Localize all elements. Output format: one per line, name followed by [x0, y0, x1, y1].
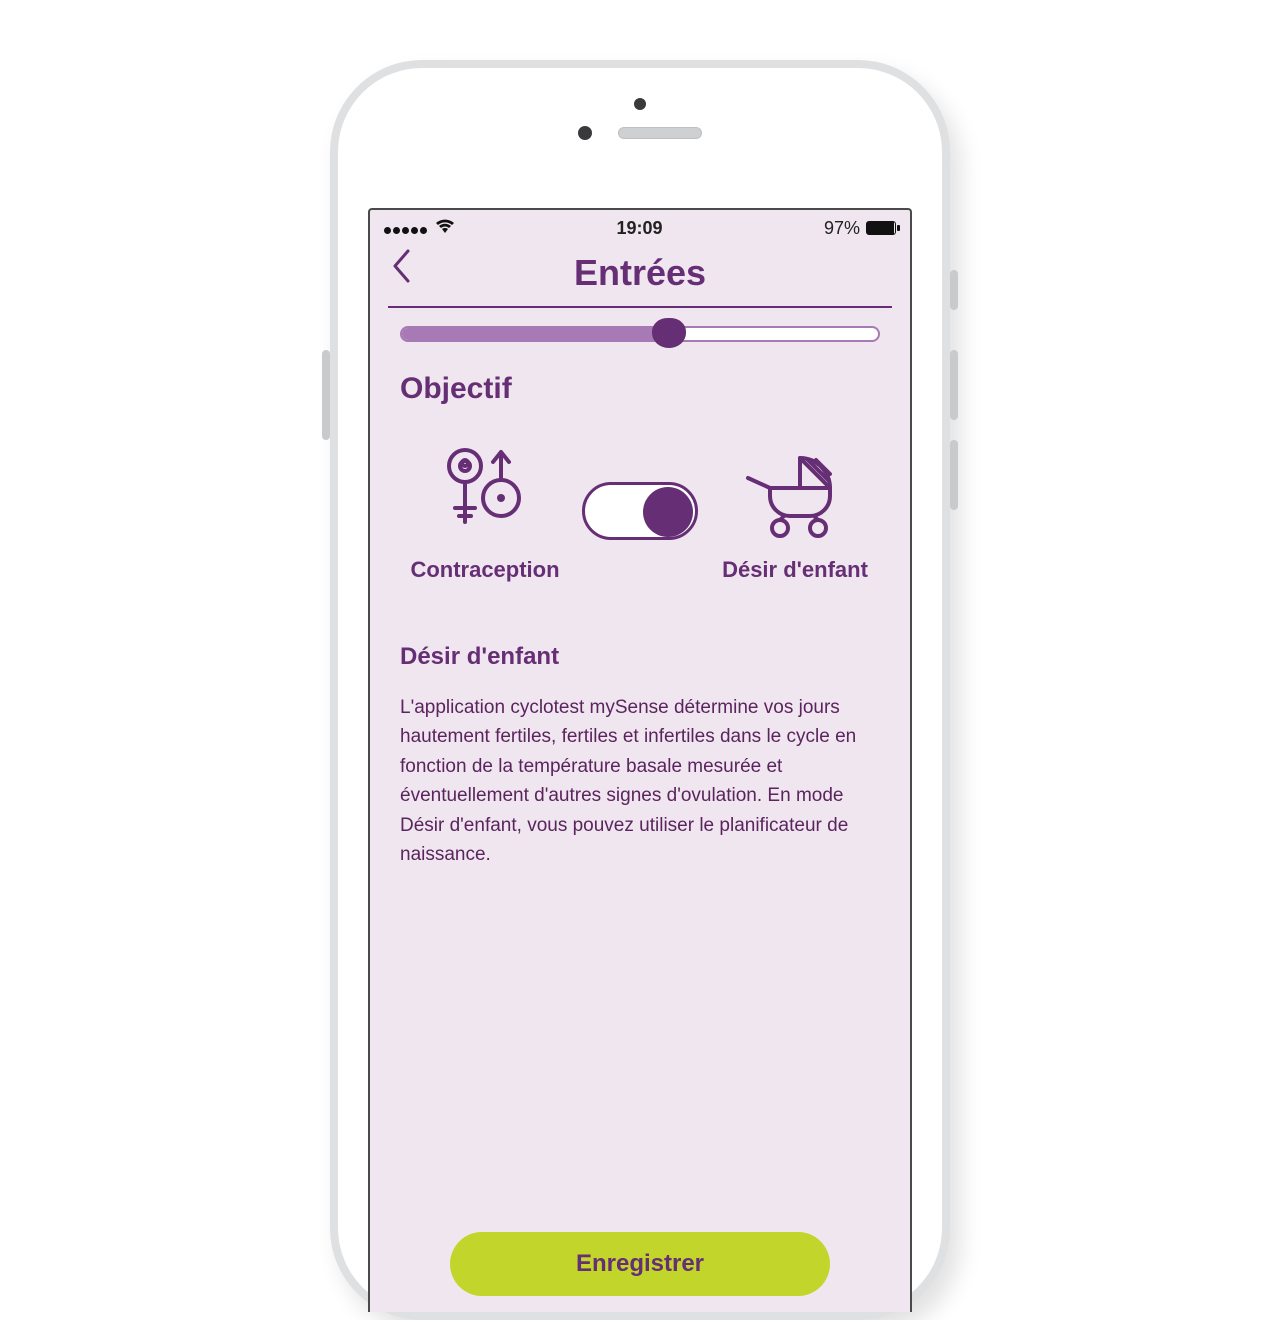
proximity-sensor: [634, 98, 646, 110]
power-button: [322, 350, 330, 440]
option-contraception-label: Contraception: [410, 557, 559, 583]
option-desire[interactable]: Désir d'enfant: [710, 438, 880, 583]
chevron-left-icon: [390, 248, 412, 284]
front-camera: [578, 126, 592, 140]
wifi-icon: [435, 218, 455, 239]
volume-up: [950, 350, 958, 420]
save-button[interactable]: Enregistrer: [450, 1232, 830, 1296]
app-header: Entrées: [370, 246, 910, 306]
mute-switch: [950, 270, 958, 310]
slider-thumb[interactable]: [652, 318, 686, 348]
phone-bezel: 19:09 97% Entrées: [338, 68, 942, 1312]
objective-toggle[interactable]: [582, 482, 698, 540]
option-desire-label: Désir d'enfant: [722, 557, 868, 583]
status-time: 19:09: [616, 218, 662, 239]
gender-symbols-icon: [435, 438, 535, 543]
screen: 19:09 97% Entrées: [368, 208, 912, 1312]
objective-selector: Contraception: [400, 438, 880, 583]
toggle-knob: [643, 487, 693, 537]
phone-frame: 19:09 97% Entrées: [330, 60, 950, 1320]
page-title: Entrées: [574, 252, 706, 294]
battery-percent: 97%: [824, 218, 860, 239]
back-button[interactable]: [390, 248, 412, 291]
stroller-icon: [740, 438, 850, 543]
signal-dots-icon: [384, 218, 429, 239]
description-title: Désir d'enfant: [400, 643, 880, 671]
description-body: L'application cyclotest mySense détermin…: [400, 693, 880, 870]
progress-slider[interactable]: [400, 326, 880, 342]
option-contraception[interactable]: Contraception: [400, 438, 570, 583]
objective-heading: Objectif: [400, 372, 880, 406]
main-content: Objectif: [370, 372, 910, 870]
volume-down: [950, 440, 958, 510]
slider-fill: [402, 328, 669, 340]
sensor-cluster: [338, 126, 942, 140]
status-bar: 19:09 97%: [370, 210, 910, 246]
slider-track: [400, 326, 880, 342]
battery-icon: [866, 221, 896, 235]
earpiece-speaker: [618, 127, 702, 139]
header-divider: [388, 306, 892, 308]
